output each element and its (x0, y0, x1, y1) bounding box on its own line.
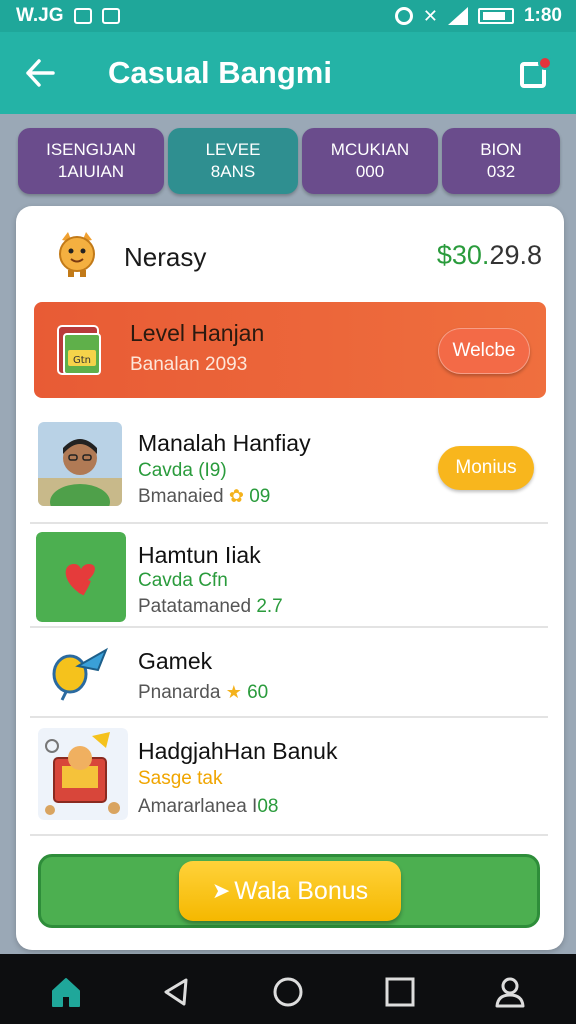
card-header: Nerasy $30.29.8 (16, 206, 564, 302)
balance-suffix: 29.8 (489, 240, 542, 270)
message-icon (73, 8, 92, 24)
arrow-left-icon (26, 59, 55, 87)
star-icon: ★ (225, 682, 242, 702)
bonus-button[interactable]: ➤ Wala Bonus (179, 861, 401, 921)
tab-value: 032 (486, 162, 516, 181)
item-subtitle: Cavda (I9) (138, 460, 227, 481)
item-meta: Patatamaned 2.7 (138, 596, 283, 618)
play-arrow-icon: ➤ (211, 878, 231, 903)
book-icon: Gtn (57, 325, 101, 375)
tab-value: 1AIUIAN (57, 162, 125, 181)
monius-button[interactable]: Monius (438, 446, 534, 490)
item-meta: Amararlanea I08 (138, 796, 278, 818)
nav-home[interactable] (48, 974, 84, 1010)
battery-icon (477, 8, 514, 24)
nav-back[interactable] (158, 974, 194, 1010)
list-item[interactable]: Manalah Hanfiay Cavda (I9) Bmanaied ✿ 09… (30, 410, 548, 524)
balloon-icon (52, 647, 108, 701)
nav-recents[interactable] (382, 974, 418, 1010)
item-title: HadgjahHan Banuk (138, 738, 338, 764)
item-title: Manalah Hanfiay (138, 430, 311, 456)
clock-time: 1:80 (523, 5, 562, 26)
item-meta: Pnanarda ★ 60 (138, 682, 268, 704)
photo-icon (101, 8, 120, 24)
heart-app-icon (36, 532, 126, 622)
item-meta-value: 2.7 (256, 596, 283, 617)
avatar (38, 422, 122, 506)
item-subtitle: Cavda Cfn (138, 570, 228, 591)
tab-isengijan[interactable]: ISENGIJAN 1AIUIAN (18, 128, 164, 194)
welcome-button[interactable]: Welcbe (438, 328, 530, 374)
home-icon (52, 978, 80, 1007)
level-title: Level Hanjan (130, 320, 265, 346)
no-signal-icon: ✕ (422, 5, 438, 26)
recents-icon (385, 977, 415, 1007)
nav-profile[interactable] (492, 974, 528, 1010)
level-banner[interactable]: Gtn Level Hanjan Banalan 2093 Welcbe (34, 302, 546, 398)
item-subtitle: Sasge tak (138, 768, 223, 789)
tab-label: BION (480, 140, 522, 159)
tab-value: 000 (355, 162, 385, 181)
list-item[interactable]: Gamek Pnanarda ★ 60 (30, 628, 548, 718)
profile-icon (495, 977, 525, 1008)
tab-value: 8ANS (210, 162, 256, 181)
tab-mcukian[interactable]: MCUKIAN 000 (302, 128, 438, 194)
main-card: Nerasy $30.29.8 Gtn Level Hanjan Banalan… (16, 206, 564, 950)
tab-label: MCUKIAN (330, 140, 410, 159)
item-meta-label: Patatamaned (138, 596, 252, 617)
tab-label: LEVEE (205, 140, 261, 159)
alarm-icon (394, 7, 413, 25)
signal-icon (447, 7, 468, 25)
circle-home-icon (273, 977, 303, 1007)
book-icon-text: Gtn (73, 355, 91, 366)
tab-bion[interactable]: BION 032 (442, 128, 560, 194)
bonus-button-label: Wala Bonus (234, 876, 369, 905)
page-title: Casual Bangmi (108, 55, 332, 90)
star-icon: ✿ (228, 486, 244, 506)
level-subtitle: Banalan 2093 (130, 354, 248, 375)
item-title: Hamtun Iiak (138, 542, 261, 568)
app-header: Casual Bangmi (0, 32, 576, 114)
tab-bar: ISENGIJAN 1AIUIAN LEVEE 8ANS MCUKIAN 000… (18, 128, 560, 196)
balance-amount: $30.29.8 (437, 240, 542, 271)
item-meta-label: Pnanarda (138, 682, 221, 703)
notification-button[interactable] (518, 56, 552, 90)
bottom-nav (0, 954, 576, 1024)
tab-level[interactable]: LEVEE 8ANS (168, 128, 298, 194)
back-icon (164, 978, 188, 1006)
nav-home-circle[interactable] (270, 974, 306, 1010)
item-meta-value: 08 (257, 796, 279, 817)
balance-prefix: $30. (436, 240, 490, 270)
item-meta-label: Bmanaied (138, 486, 224, 507)
mascot-icon (59, 232, 95, 277)
back-button[interactable] (0, 32, 80, 114)
bonus-bar: ➤ Wala Bonus (38, 854, 540, 928)
treasure-box-icon (38, 728, 128, 820)
list-item[interactable]: HadgjahHan Banuk Sasge tak Amararlanea I… (30, 718, 548, 836)
player-name: Nerasy (124, 242, 207, 272)
notification-badge (538, 56, 552, 70)
status-left-text: W.JG (16, 5, 64, 26)
item-title: Gamek (138, 648, 213, 674)
item-meta-value: 09 (249, 486, 271, 507)
item-meta-label: Amararlanea I (138, 796, 258, 817)
status-bar: W.JG ✕ 1:80 (0, 0, 576, 32)
list-item[interactable]: Hamtun Iiak Cavda Cfn Patatamaned 2.7 (30, 524, 548, 628)
tab-label: ISENGIJAN (46, 140, 136, 159)
item-meta: Bmanaied ✿ 09 (138, 486, 270, 508)
item-meta-value: 60 (247, 682, 269, 703)
